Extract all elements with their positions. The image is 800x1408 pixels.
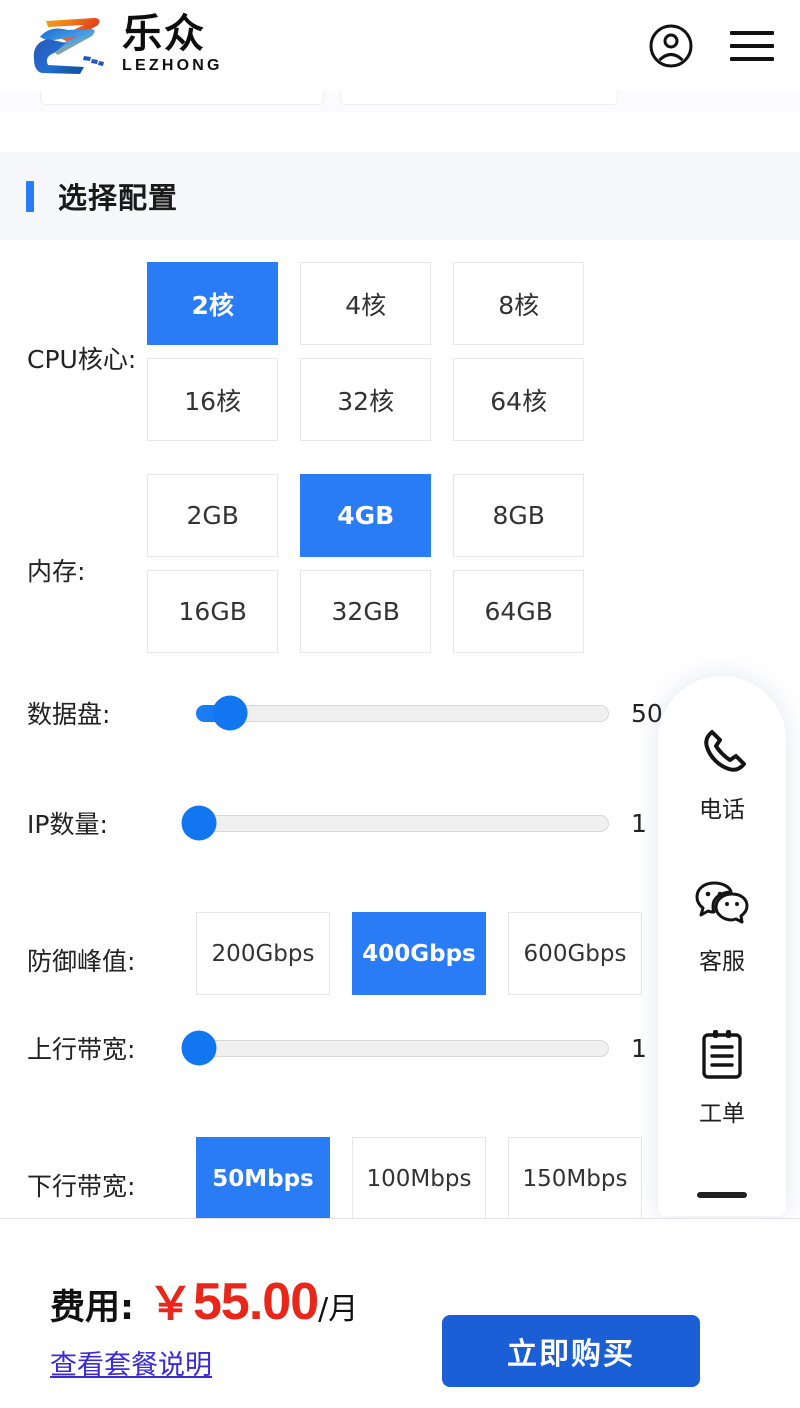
memory-option-64gb[interactable]: 64GB: [453, 570, 585, 653]
phone-glyph: [704, 730, 746, 772]
cpu-option-2core[interactable]: 2核: [147, 262, 279, 345]
site-logo[interactable]: 乐众 LEZHONG: [28, 11, 223, 77]
scrolled-cards-strip: [0, 89, 800, 113]
clipboard-glyph: [702, 1030, 742, 1079]
upbandwidth-label: 上行带宽:: [27, 1035, 136, 1064]
downbandwidth-label: 下行带宽:: [27, 1172, 136, 1201]
contact-label-phone: 电话: [699, 797, 745, 823]
logo-wordmark: 乐众 LEZHONG: [122, 11, 223, 75]
section-accent-bar: [26, 180, 34, 212]
ticket-clipboard-icon: [699, 1026, 745, 1082]
user-account-glyph: [649, 24, 693, 67]
defense-options: 200Gbps 400Gbps 600Gbps: [196, 912, 664, 1008]
hamburger-menu-icon[interactable]: [730, 30, 774, 61]
hamburger-bars: [730, 30, 774, 61]
currency-symbol: ￥: [148, 1277, 194, 1330]
downbandwidth-option-50mbps[interactable]: 50Mbps: [196, 1137, 330, 1218]
cpu-option-4core[interactable]: 4核: [300, 262, 432, 345]
cpu-options: 2核 4核 8核 16核 32核 64核: [147, 262, 800, 454]
memory-label: 内存:: [27, 557, 86, 586]
memory-option-2gb[interactable]: 2GB: [147, 474, 279, 557]
floating-contact-panel: 电话 客服 工单: [658, 676, 786, 1216]
phone-icon: [696, 722, 748, 778]
datadisk-slider-knob[interactable]: [212, 695, 248, 731]
price-unit: /月: [318, 1292, 359, 1327]
upbandwidth-slider-rail[interactable]: [181, 1030, 609, 1066]
page-root: 乐众 LEZHONG 选择配置 CPU核心: 2核 4核 8核 16核 32核 …: [0, 0, 800, 1408]
ipcount-label: IP数量:: [27, 810, 108, 839]
cpu-option-32core[interactable]: 32核: [300, 358, 432, 441]
hamburger-bar-2: [730, 43, 774, 48]
config-row-cpu: CPU核心: 2核 4核 8核 16核 32核 64核: [0, 262, 800, 454]
logo-english-text: LEZHONG: [122, 56, 223, 74]
defense-label: 防御峰值:: [27, 947, 136, 976]
memory-option-32gb[interactable]: 32GB: [300, 570, 432, 653]
memory-option-16gb[interactable]: 16GB: [147, 570, 279, 653]
wechat-icon: [695, 874, 749, 930]
hamburger-bar-3: [730, 56, 774, 61]
collapse-handle-icon[interactable]: [697, 1192, 747, 1198]
datadisk-slider-rail[interactable]: [196, 695, 609, 731]
page-title: 选择配置: [58, 181, 179, 215]
cpu-option-8core[interactable]: 8核: [453, 262, 585, 345]
partial-card-left: [40, 89, 324, 105]
config-row-memory: 内存: 2GB 4GB 8GB 16GB 32GB 64GB: [0, 474, 800, 666]
memory-option-8gb[interactable]: 8GB: [453, 474, 585, 557]
upbandwidth-slider-knob[interactable]: [181, 1030, 217, 1066]
downbandwidth-option-150mbps[interactable]: 150Mbps: [508, 1137, 642, 1218]
lezhong-logo-icon: [33, 17, 104, 74]
contact-label-service: 客服: [699, 949, 745, 975]
contact-item-ticket[interactable]: 工单: [658, 1026, 786, 1178]
ipcount-slider-knob[interactable]: [181, 805, 217, 841]
memory-option-4gb[interactable]: 4GB: [300, 474, 432, 557]
price-label: 费用:: [50, 1288, 134, 1328]
contact-label-ticket: 工单: [699, 1101, 745, 1127]
contact-item-phone[interactable]: 电话: [658, 722, 786, 874]
wechat-glyph: [695, 881, 749, 924]
downbandwidth-options: 50Mbps 100Mbps 150Mbps: [196, 1137, 664, 1218]
ipcount-value: 1: [631, 808, 647, 838]
logo-chinese-text: 乐众: [122, 11, 206, 58]
buy-now-button[interactable]: 立即购买: [442, 1315, 700, 1387]
upbandwidth-value: 1: [631, 1033, 647, 1063]
header-actions: [648, 23, 774, 69]
defense-option-200gbps[interactable]: 200Gbps: [196, 912, 330, 995]
section-header: 选择配置: [0, 152, 800, 240]
package-description-link[interactable]: 查看套餐说明: [50, 1343, 212, 1382]
cpu-option-64core[interactable]: 64核: [453, 358, 585, 441]
price-display: 费用: ￥ 55.00 /月: [50, 1267, 358, 1332]
datadisk-label: 数据盘:: [27, 700, 111, 729]
contact-item-wechat[interactable]: 客服: [658, 874, 786, 1026]
purchase-bar: 费用: ￥ 55.00 /月 查看套餐说明 立即购买: [0, 1218, 800, 1408]
site-header: 乐众 LEZHONG: [0, 0, 800, 91]
memory-options: 2GB 4GB 8GB 16GB 32GB 64GB: [147, 474, 800, 666]
partial-card-right: [340, 89, 618, 105]
user-account-icon[interactable]: [648, 23, 694, 69]
hamburger-bar-1: [730, 30, 774, 35]
defense-option-400gbps[interactable]: 400Gbps: [352, 912, 486, 995]
cpu-option-16core[interactable]: 16核: [147, 358, 279, 441]
downbandwidth-option-100mbps[interactable]: 100Mbps: [352, 1137, 486, 1218]
defense-option-600gbps[interactable]: 600Gbps: [508, 912, 642, 995]
price-amount: 55.00: [193, 1273, 319, 1331]
ipcount-slider-rail[interactable]: [181, 805, 609, 841]
cpu-label: CPU核心:: [27, 345, 137, 374]
